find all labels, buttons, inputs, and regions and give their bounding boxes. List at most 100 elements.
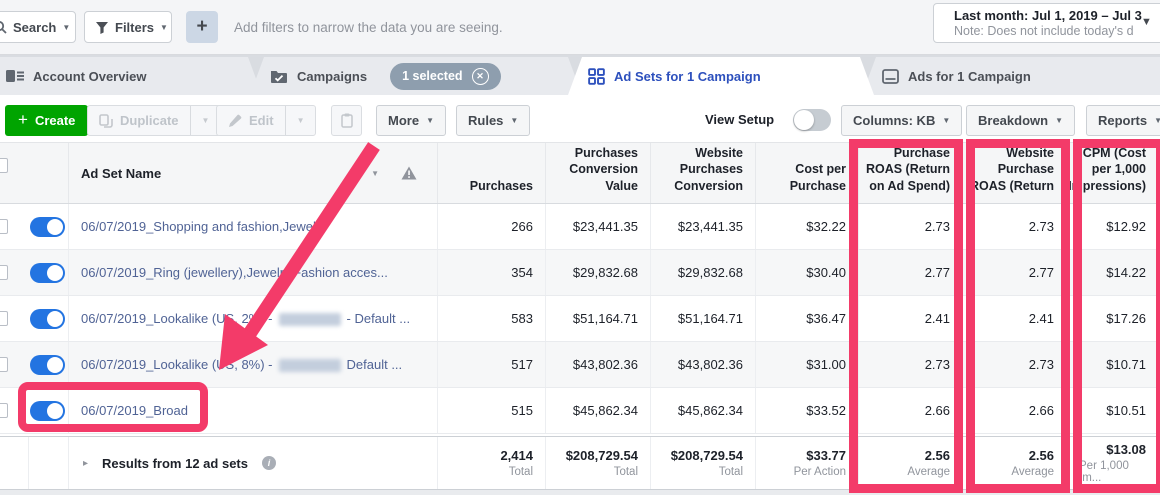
info-icon[interactable]: i — [262, 456, 276, 470]
results-summary[interactable]: ▸ Results from 12 ad sets i — [68, 437, 437, 489]
column-header-ad-set-name[interactable]: Ad Set Name ▼ — [68, 143, 437, 203]
table-row: 06/07/2019_Lookalike (US, 2%) -- Default… — [0, 296, 1160, 342]
filter-placeholder[interactable]: Add filters to narrow the data you are s… — [234, 20, 503, 35]
cost-per-purchase-cell: $36.47 — [755, 296, 858, 341]
ad-sets-icon — [588, 68, 605, 85]
column-header-website-purchase-roas[interactable]: Website Purchase ROAS (Return — [962, 143, 1066, 203]
website-purchases-conversion-cell: $45,862.34 — [650, 388, 755, 433]
create-label: Create — [35, 113, 75, 128]
cost-per-purchase-total: $33.77Per Action — [755, 437, 858, 489]
ad-set-status-toggle[interactable] — [30, 309, 65, 329]
reports-label: Reports — [1098, 113, 1147, 128]
tab-label: Ad Sets for 1 Campaign — [614, 69, 761, 84]
ads-manager-page: Search ▼ Filters ▼ + Add filters to narr… — [0, 0, 1160, 495]
caret-down-icon: ▼ — [202, 116, 210, 125]
warning-icon — [401, 166, 417, 180]
paste-button[interactable] — [331, 105, 362, 136]
row-checkbox[interactable] — [0, 265, 8, 280]
view-setup-toggle[interactable] — [793, 109, 831, 131]
website-purchases-conversion-cell: $51,164.71 — [650, 296, 755, 341]
purchases-cell: 266 — [437, 204, 545, 249]
expand-caret-icon[interactable]: ▸ — [83, 458, 88, 469]
column-header-cpm[interactable]: CPM (Cost per 1,000 Impressions) — [1066, 143, 1160, 203]
cpm-cell: $10.71 — [1066, 342, 1160, 387]
caret-down-icon: ▼ — [1154, 116, 1160, 125]
row-checkbox[interactable] — [0, 403, 8, 418]
column-header-purchases-conversion-value[interactable]: Purchases Conversion Value — [545, 143, 650, 203]
ad-set-status-toggle[interactable] — [30, 401, 65, 421]
column-header-purchase-roas[interactable]: Purchase ROAS (Return on Ad Spend) — [858, 143, 962, 203]
tab-label: Account Overview — [33, 69, 146, 84]
website-purchases-conversion-cell: $29,832.68 — [650, 250, 755, 295]
filters-label: Filters — [115, 20, 154, 35]
ads-icon — [882, 69, 899, 84]
search-button[interactable]: Search ▼ — [0, 11, 76, 43]
edit-button[interactable]: Edit ▼ — [216, 105, 316, 136]
ad-set-name-link[interactable]: 06/07/2019_Lookalike (US, 2%) -- Default… — [81, 311, 410, 326]
tab-label: Ads for 1 Campaign — [908, 69, 1031, 84]
website-purchase-roas-total: 2.56Average — [962, 437, 1066, 489]
tab-account-overview[interactable]: Account Overview — [0, 57, 262, 95]
purchases-cell: 515 — [437, 388, 545, 433]
tab-ads[interactable]: Ads for 1 Campaign — [862, 57, 1160, 95]
purchases-cell: 583 — [437, 296, 545, 341]
caret-down-icon: ▼ — [510, 116, 518, 125]
purchase-roas-cell: 2.77 — [858, 250, 962, 295]
filter-funnel-icon — [95, 21, 109, 34]
date-range-selector[interactable]: Last month: Jul 1, 2019 – Jul 3 Note: Do… — [933, 3, 1160, 43]
website-purchase-roas-cell: 2.73 — [962, 204, 1066, 249]
date-range-value: Last month: Jul 1, 2019 – Jul 3 — [954, 8, 1160, 23]
ad-set-status-toggle[interactable] — [30, 355, 65, 375]
row-checkbox[interactable] — [0, 357, 8, 372]
reports-button[interactable]: Reports ▼ — [1086, 105, 1160, 136]
tab-campaigns[interactable]: Campaigns 1 selected ✕ — [250, 57, 582, 95]
selected-count-badge: 1 selected ✕ — [390, 63, 500, 90]
duplicate-icon — [99, 114, 113, 128]
campaigns-icon — [270, 69, 288, 84]
duplicate-button[interactable]: Duplicate ▼ — [87, 105, 221, 136]
ad-set-status-toggle[interactable] — [30, 263, 65, 283]
cpm-total: $13.08Per 1,000 Im... — [1066, 437, 1160, 489]
purchase-roas-cell: 2.73 — [858, 342, 962, 387]
ad-set-name-link[interactable]: 06/07/2019_Broad — [81, 403, 188, 418]
column-header-cost-per-purchase[interactable]: Cost per Purchase — [755, 143, 858, 203]
breakdown-button[interactable]: Breakdown ▼ — [966, 105, 1075, 136]
add-filter-button[interactable]: + — [186, 11, 218, 43]
purchases-conversion-value-cell: $45,862.34 — [545, 388, 650, 433]
ad-set-name-link[interactable]: 06/07/2019_Shopping and fashion,Jewelry — [81, 219, 327, 234]
website-purchases-conversion-total: $208,729.54Total — [650, 437, 755, 489]
plus-icon: + — [196, 16, 207, 38]
purchases-conversion-value-cell: $51,164.71 — [545, 296, 650, 341]
more-button[interactable]: More ▼ — [376, 105, 446, 136]
columns-button[interactable]: Columns: KB ▼ — [841, 105, 962, 136]
toggle-column-header — [28, 143, 68, 203]
tab-ad-sets[interactable]: Ad Sets for 1 Campaign — [568, 57, 874, 95]
row-checkbox[interactable] — [0, 311, 8, 326]
purchase-roas-total: 2.56Average — [858, 437, 962, 489]
filter-bar: Search ▼ Filters ▼ + Add filters to narr… — [0, 0, 1160, 55]
redacted-text — [279, 313, 341, 326]
select-all-checkbox[interactable] — [0, 158, 8, 173]
sort-caret-icon[interactable]: ▼ — [371, 169, 379, 178]
row-checkbox[interactable] — [0, 219, 8, 234]
purchases-conversion-value-total: $208,729.54Total — [545, 437, 650, 489]
purchases-conversion-value-cell: $43,802.36 — [545, 342, 650, 387]
rules-button[interactable]: Rules ▼ — [456, 105, 530, 136]
filters-button[interactable]: Filters ▼ — [84, 11, 172, 43]
view-setup-label: View Setup — [705, 112, 774, 127]
deselect-icon[interactable]: ✕ — [472, 68, 489, 85]
ad-set-name-link[interactable]: 06/07/2019_Lookalike (US, 8%) -Default .… — [81, 357, 402, 372]
purchases-total: 2,414Total — [437, 437, 545, 489]
date-range-note: Note: Does not include today's d — [954, 24, 1160, 38]
caret-down-icon: ▼ — [160, 23, 168, 32]
column-header-purchases[interactable]: Purchases — [437, 143, 545, 203]
purchases-conversion-value-cell: $29,832.68 — [545, 250, 650, 295]
column-header-website-purchases-conversion[interactable]: Website Purchases Conversion — [650, 143, 755, 203]
rules-label: Rules — [468, 113, 503, 128]
create-button[interactable]: + Create — [5, 105, 88, 136]
purchases-cell: 517 — [437, 342, 545, 387]
ad-set-status-toggle[interactable] — [30, 217, 65, 237]
caret-down-icon: ▼ — [1141, 16, 1152, 28]
ad-set-name-link[interactable]: 06/07/2019_Ring (jewellery),Jewelry,Fash… — [81, 265, 388, 280]
table-row: 06/07/2019_Broad 515 $45,862.34 $45,862.… — [0, 388, 1160, 434]
